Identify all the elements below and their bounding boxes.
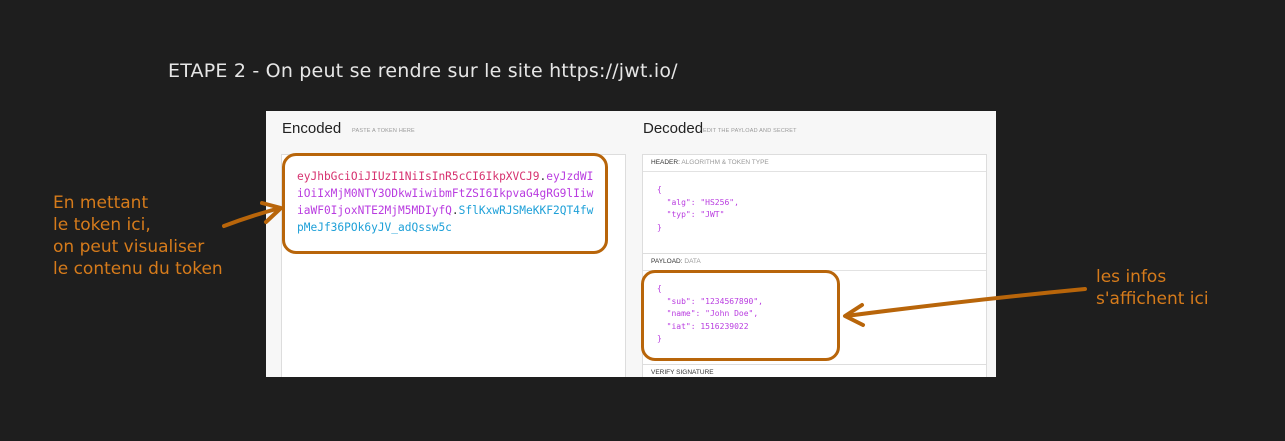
right-arrow-icon — [843, 287, 1087, 327]
left-arrow-icon — [222, 201, 283, 228]
annotation-arrows — [222, 201, 1087, 327]
